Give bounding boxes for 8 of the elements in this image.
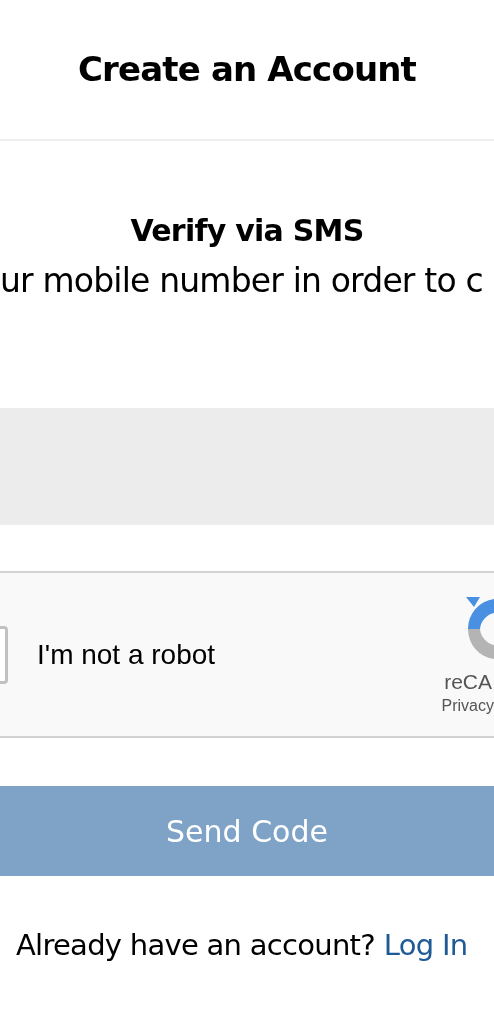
- account-prompt-text: Already have an account?: [16, 927, 375, 964]
- login-link[interactable]: Log In: [383, 924, 468, 968]
- privacy-link[interactable]: Privacy: [441, 695, 494, 717]
- recaptcha-brand-text: reCA: [444, 669, 493, 695]
- description-text: ur mobile number in order to c: [0, 261, 483, 301]
- captcha-label: I'm not a robot: [37, 637, 216, 672]
- page-title: Create an Account: [77, 48, 417, 91]
- section-title: Verify via SMS: [130, 212, 364, 250]
